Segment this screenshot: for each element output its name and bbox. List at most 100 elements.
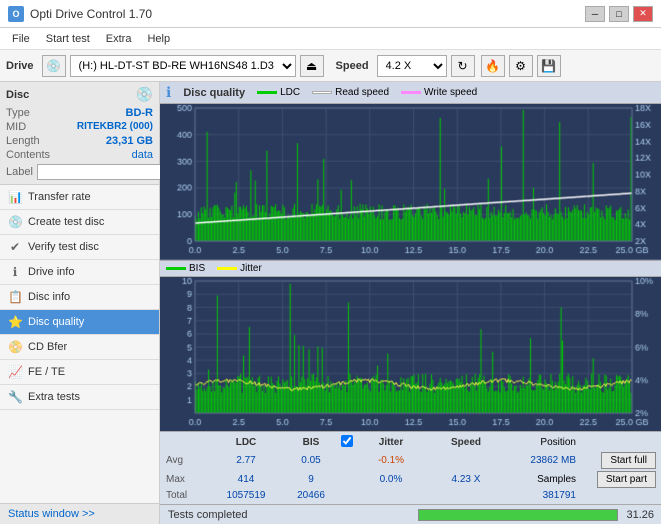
titlebar: O Opti Drive Control 1.70 ─ □ ✕ (0, 0, 661, 28)
verify-test-disc-icon: ✔ (8, 240, 22, 254)
samples-value: 381791 (506, 490, 576, 501)
sidebar-item-cd-bfer[interactable]: 📀 CD Bfer (0, 335, 159, 360)
sidebar: Disc 💿 Type BD-R MID RITEKBR2 (000) Leng… (0, 82, 160, 524)
legend-read: Read speed (312, 87, 389, 98)
disc-title: Disc (6, 89, 29, 101)
disc-length-label: Length (6, 135, 40, 147)
legend-bis-label: BIS (189, 263, 205, 274)
max-speed: 4.23 X (426, 474, 506, 485)
legend-ldc-label: LDC (280, 87, 300, 98)
right-panel: ℹ Disc quality LDC Read speed Write spee… (160, 82, 661, 524)
close-button[interactable]: ✕ (633, 6, 653, 22)
ldc-color (257, 91, 277, 94)
stats-speed-header: Speed (426, 437, 506, 448)
start-part-container: Start part (576, 471, 656, 488)
extra-tests-icon: 🔧 (8, 390, 22, 404)
speed-label: Speed (336, 60, 369, 72)
maximize-button[interactable]: □ (609, 6, 629, 22)
disc-info-icon: 📋 (8, 290, 22, 304)
disc-icon: 💿 (136, 86, 153, 103)
bis-color (166, 267, 186, 270)
titlebar-left: O Opti Drive Control 1.70 (8, 6, 152, 22)
legend-write: Write speed (401, 87, 477, 98)
charts-area: BIS Jitter (160, 104, 661, 431)
cd-bfer-label: CD Bfer (28, 341, 67, 353)
samples-label: Samples (506, 474, 576, 485)
app-title: Opti Drive Control 1.70 (30, 7, 152, 21)
burn-button[interactable]: 🔥 (481, 55, 505, 77)
stats-total-row: Total 1057519 20466 381791 (166, 490, 656, 501)
drive-info-icon: ℹ (8, 265, 22, 279)
status-window-link[interactable]: Status window >> (0, 503, 159, 524)
stats-avg-row: Avg 2.77 0.05 -0.1% 23862 MB Start full (166, 452, 656, 469)
disc-type-value: BD-R (126, 107, 154, 119)
sidebar-item-fe-te[interactable]: 📈 FE / TE (0, 360, 159, 385)
legend-ldc: LDC (257, 87, 300, 98)
fe-te-icon: 📈 (8, 365, 22, 379)
speed-select[interactable]: 4.2 X (377, 55, 447, 77)
disc-label-label: Label (6, 166, 33, 178)
start-part-button[interactable]: Start part (597, 471, 656, 488)
sidebar-item-drive-info[interactable]: ℹ Drive info (0, 260, 159, 285)
drive-label: Drive (6, 60, 34, 72)
menu-start-test[interactable]: Start test (38, 31, 98, 47)
stats-ldc-header: LDC (211, 437, 281, 448)
eject-button[interactable]: ⏏ (300, 55, 324, 77)
sidebar-item-create-test-disc[interactable]: 💿 Create test disc (0, 210, 159, 235)
create-test-disc-label: Create test disc (28, 216, 104, 228)
write-color (401, 91, 421, 94)
drive-select[interactable]: (H:) HL-DT-ST BD-RE WH16NS48 1.D3 (70, 55, 296, 77)
disc-info-label: Disc info (28, 291, 70, 303)
read-color (312, 91, 332, 94)
window-controls: ─ □ ✕ (585, 6, 653, 22)
disc-type-row: Type BD-R (6, 107, 153, 119)
refresh-button[interactable]: ↻ (451, 55, 475, 77)
legend-read-label: Read speed (335, 87, 389, 98)
stats-jitter-header: Jitter (356, 437, 426, 448)
legend-jitter: Jitter (217, 263, 262, 274)
verify-test-disc-label: Verify test disc (28, 241, 99, 253)
sidebar-item-disc-info[interactable]: 📋 Disc info (0, 285, 159, 310)
position-value: 23862 MB (506, 455, 576, 466)
lower-chart (160, 277, 661, 432)
sidebar-item-transfer-rate[interactable]: 📊 Transfer rate (0, 185, 159, 210)
jitter-check-spacer (341, 435, 356, 450)
disc-length-value: 23,31 GB (106, 135, 153, 147)
settings-button[interactable]: ⚙ (509, 55, 533, 77)
sidebar-item-disc-quality[interactable]: ⭐ Disc quality (0, 310, 159, 335)
stats-bar: LDC BIS Jitter Speed Position Avg 2.77 0… (160, 431, 661, 504)
disc-label-input[interactable] (37, 164, 171, 180)
chart-header-icon: ℹ (166, 84, 171, 101)
stats-max-row: Max 414 9 0.0% 4.23 X Samples Start part (166, 471, 656, 488)
drive-info-label: Drive info (28, 266, 74, 278)
max-jitter: 0.0% (356, 474, 426, 485)
transfer-rate-label: Transfer rate (28, 191, 91, 203)
status-text: Tests completed (168, 509, 410, 521)
chart-title: Disc quality (183, 87, 245, 99)
jitter-checkbox[interactable] (341, 435, 353, 447)
transfer-rate-icon: 📊 (8, 190, 22, 204)
app-icon: O (8, 6, 24, 22)
disc-panel: Disc 💿 Type BD-R MID RITEKBR2 (000) Leng… (0, 82, 159, 185)
menu-file[interactable]: File (4, 31, 38, 47)
drive-icon-btn[interactable]: 💿 (42, 55, 66, 77)
max-label: Max (166, 474, 211, 485)
menu-help[interactable]: Help (139, 31, 178, 47)
sidebar-item-extra-tests[interactable]: 🔧 Extra tests (0, 385, 159, 410)
disc-mid-label: MID (6, 121, 26, 133)
minimize-button[interactable]: ─ (585, 6, 605, 22)
save-button[interactable]: 💾 (537, 55, 561, 77)
chart-header: ℹ Disc quality LDC Read speed Write spee… (160, 82, 661, 104)
total-label: Total (166, 490, 211, 501)
upper-chart (160, 104, 661, 260)
status-value: 31.26 (626, 509, 654, 521)
avg-ldc: 2.77 (211, 455, 281, 466)
disc-header: Disc 💿 (6, 86, 153, 103)
toolbar: Drive 💿 (H:) HL-DT-ST BD-RE WH16NS48 1.D… (0, 50, 661, 82)
sidebar-item-verify-test-disc[interactable]: ✔ Verify test disc (0, 235, 159, 260)
start-full-button[interactable]: Start full (601, 452, 656, 469)
position-label: Position (506, 437, 576, 448)
stats-header-row: LDC BIS Jitter Speed Position (166, 435, 656, 450)
lower-chart-canvas (160, 277, 661, 432)
menu-extra[interactable]: Extra (98, 31, 140, 47)
